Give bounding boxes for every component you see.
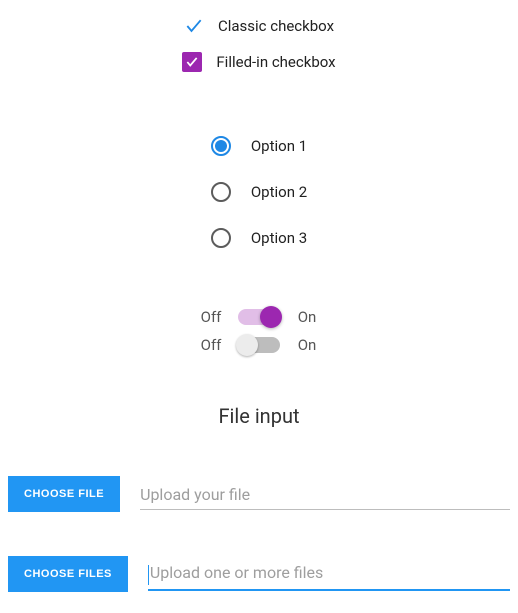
radio-group: Option 1 Option 2 Option 3 <box>211 136 307 248</box>
radio-label: Option 2 <box>251 183 307 201</box>
file-placeholder: Upload your file <box>140 485 250 504</box>
switch-thumb-icon <box>260 306 282 328</box>
switch-group: Off On Off On <box>198 308 320 354</box>
file-input-single[interactable]: Upload your file <box>140 485 510 504</box>
checkbox-classic[interactable] <box>184 16 204 36</box>
check-icon <box>185 55 199 69</box>
checkbox-classic-row: Classic checkbox <box>184 16 334 36</box>
switch-toggle[interactable] <box>238 309 280 325</box>
radio-option-2[interactable]: Option 2 <box>211 182 307 202</box>
choose-file-button[interactable]: CHOOSE FILE <box>8 476 120 512</box>
file-placeholder: Upload one or more files <box>150 563 323 582</box>
file-input-title: File input <box>218 404 299 428</box>
switch-on-label: On <box>294 308 320 326</box>
checkbox-filled-label: Filled-in checkbox <box>216 53 335 71</box>
switch-row-2: Off On <box>198 336 320 354</box>
radio-button-icon <box>211 228 231 248</box>
radio-button-icon <box>211 136 231 156</box>
switch-off-label: Off <box>198 336 224 354</box>
file-input-multi-row: CHOOSE FILES Upload one or more files <box>8 556 510 592</box>
switch-on-label: On <box>294 336 320 354</box>
checkbox-classic-label: Classic checkbox <box>218 17 334 35</box>
file-input-section: CHOOSE FILE Upload your file CHOOSE FILE… <box>0 476 518 592</box>
file-input-multi[interactable]: Upload one or more files <box>148 563 510 584</box>
file-input-single-row: CHOOSE FILE Upload your file <box>8 476 510 512</box>
checkbox-filled-row: Filled-in checkbox <box>182 52 335 72</box>
switch-row-1: Off On <box>198 308 320 326</box>
switch-off-label: Off <box>198 308 224 326</box>
radio-label: Option 3 <box>251 229 307 247</box>
choose-files-button[interactable]: CHOOSE FILES <box>8 556 128 592</box>
text-cursor-icon <box>148 565 149 585</box>
radio-label: Option 1 <box>251 137 307 155</box>
switch-toggle[interactable] <box>238 337 280 353</box>
radio-button-icon <box>211 182 231 202</box>
check-icon <box>184 15 204 37</box>
radio-option-3[interactable]: Option 3 <box>211 228 307 248</box>
switch-thumb-icon <box>236 334 258 356</box>
checkbox-filled[interactable] <box>182 52 202 72</box>
radio-option-1[interactable]: Option 1 <box>211 136 307 156</box>
